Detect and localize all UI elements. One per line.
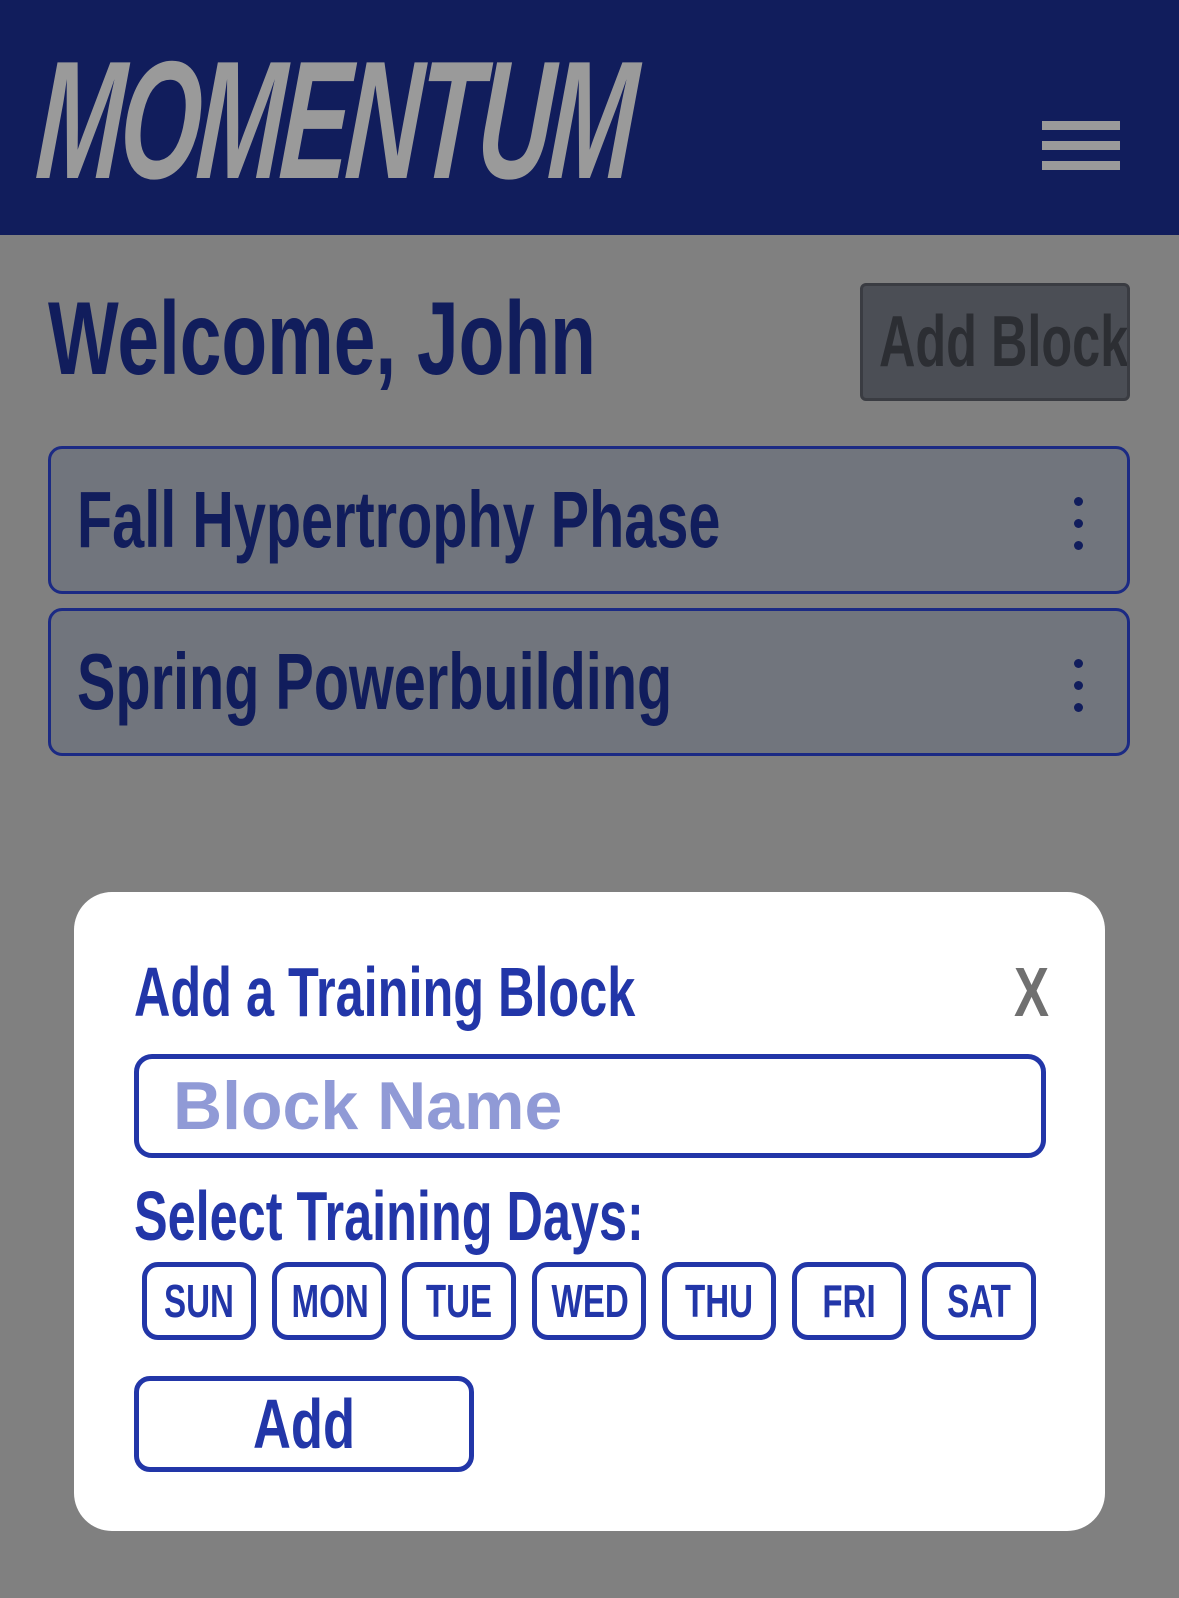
kebab-dot	[1074, 659, 1083, 668]
app-header: MOMENTUM	[0, 0, 1179, 235]
training-days-label: Select Training Days:	[134, 1177, 644, 1255]
day-toggle-label: TUE	[425, 1275, 493, 1327]
add-submit-button[interactable]: Add	[134, 1376, 474, 1472]
add-training-block-modal: Add a Training Block X Select Training D…	[74, 892, 1105, 1531]
day-toggle-label: SUN	[164, 1275, 234, 1327]
welcome-heading: Welcome, John	[48, 281, 596, 397]
hamburger-line	[1042, 121, 1120, 130]
kebab-dot	[1074, 541, 1083, 550]
day-toggle-mon[interactable]: MON	[272, 1262, 386, 1340]
add-block-button-label: Add Block	[879, 302, 1129, 382]
kebab-dot	[1074, 519, 1083, 528]
app-logo: MOMENTUM	[31, 26, 640, 214]
kebab-dot	[1074, 703, 1083, 712]
kebab-dot	[1074, 497, 1083, 506]
close-button[interactable]: X	[1014, 954, 1049, 1030]
day-toggle-wed[interactable]: WED	[532, 1262, 646, 1340]
hamburger-line	[1042, 141, 1120, 150]
block-name-input[interactable]	[134, 1054, 1046, 1158]
day-toggle-sun[interactable]: SUN	[142, 1262, 256, 1340]
block-card[interactable]: Spring Powerbuilding	[48, 608, 1130, 756]
day-toggle-label: SAT	[947, 1275, 1011, 1327]
day-toggle-label: MON	[291, 1275, 369, 1327]
block-card-name: Spring Powerbuilding	[77, 637, 673, 726]
modal-title: Add a Training Block	[134, 953, 636, 1031]
day-toggle-sat[interactable]: SAT	[922, 1262, 1036, 1340]
day-toggle-thu[interactable]: THU	[662, 1262, 776, 1340]
day-toggle-label: THU	[684, 1275, 754, 1327]
day-toggle-tue[interactable]: TUE	[402, 1262, 516, 1340]
add-block-button[interactable]: Add Block	[860, 283, 1130, 401]
hamburger-menu-icon[interactable]	[1042, 118, 1120, 174]
more-vertical-icon[interactable]	[1069, 497, 1089, 553]
day-toggle-label: WED	[551, 1275, 629, 1327]
kebab-dot	[1074, 681, 1083, 690]
block-card[interactable]: Fall Hypertrophy Phase	[48, 446, 1130, 594]
hamburger-line	[1042, 161, 1120, 170]
more-vertical-icon[interactable]	[1069, 659, 1089, 715]
day-toggle-label: FRI	[822, 1275, 876, 1327]
block-card-name: Fall Hypertrophy Phase	[77, 475, 721, 564]
add-submit-button-label: Add	[252, 1385, 356, 1463]
day-toggle-fri[interactable]: FRI	[792, 1262, 906, 1340]
